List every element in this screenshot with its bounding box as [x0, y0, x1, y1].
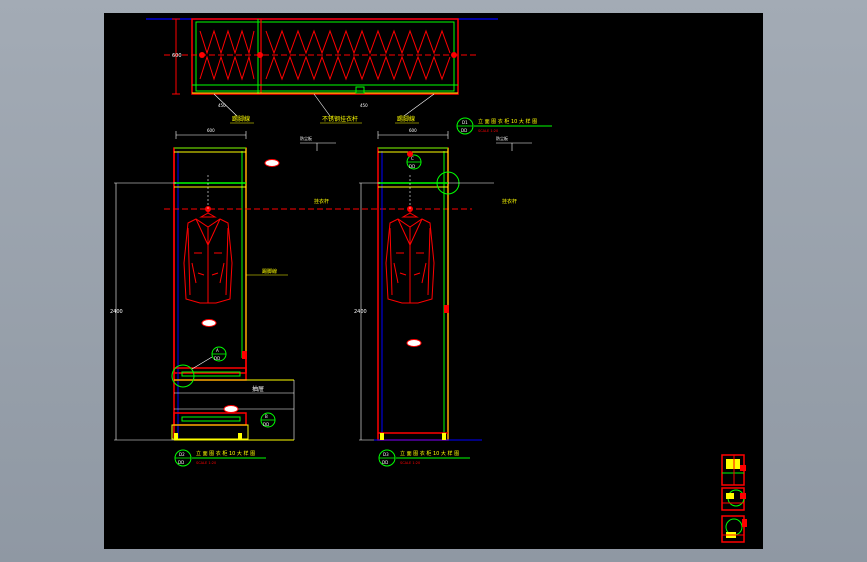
- plan-right-dim: 450: [360, 103, 368, 108]
- left-elev-note: 踢脚線: [262, 268, 277, 275]
- left-tag-top: D2: [179, 452, 185, 457]
- detail-3: [721, 515, 747, 543]
- right-scale: SCALE 1:20: [400, 461, 420, 465]
- left-width-dim: 600: [207, 128, 215, 133]
- callout-a-bottom: DD: [214, 356, 220, 361]
- plan-view: 600 450 450 踢脚線 不锈钢挂衣杆 踢脚線: [146, 18, 498, 124]
- coat-icon: [183, 209, 233, 304]
- plan-right-note: 踢脚線: [397, 115, 415, 123]
- right-top-note: 防尘板: [496, 135, 508, 141]
- detail-1: [721, 454, 746, 486]
- left-top-note: 防尘板: [300, 135, 312, 141]
- plan-depth-dim: 600: [172, 53, 182, 59]
- detail-2: [721, 487, 746, 511]
- left-scale: SCALE 1:20: [196, 461, 216, 465]
- left-tag-bottom: DD: [178, 460, 184, 465]
- plan-title-block: D1 DD 立 面 图 衣 柜 10 大 样 图 SCALE 1:20: [456, 117, 552, 135]
- right-height-dim: 2400: [354, 309, 367, 315]
- callout-a-top: A: [216, 348, 219, 353]
- callout-c-top: C: [411, 156, 414, 161]
- plan-center-note: 不锈钢挂衣杆: [322, 115, 358, 123]
- right-width-dim: 600: [409, 128, 417, 133]
- plan-left-dim: 450: [218, 103, 226, 108]
- callout-c-bottom: DD: [409, 164, 415, 169]
- plan-scale: SCALE 1:20: [478, 129, 498, 133]
- left-title-block: D2 DD 立 面 图 衣 柜 10 大 样 图 SCALE 1:20: [174, 449, 266, 467]
- left-elevation: 600 2400 挂衣杆 防尘板 踢脚線 抽屉 A DD B DD: [110, 128, 472, 441]
- plan-tag-top: D1: [462, 120, 468, 125]
- plan-tag-bottom: DD: [461, 128, 467, 133]
- cad-drawing: 600 450 450 踢脚線 不锈钢挂衣杆 踢脚線 D1 DD 立 面 图 衣…: [110, 18, 747, 543]
- right-title-block: D3 DD 立 面 图 衣 柜 10 大 样 图 SCALE 1:20: [378, 449, 470, 467]
- cad-canvas[interactable]: 600 450 450 踢脚線 不锈钢挂衣杆 踢脚線 D1 DD 立 面 图 衣…: [104, 13, 763, 549]
- right-rail-note: 挂衣杆: [502, 198, 517, 205]
- coat-icon-right: [385, 209, 435, 304]
- callout-b-bottom: DD: [263, 422, 269, 427]
- right-tag-bottom: DD: [382, 460, 388, 465]
- left-height-dim: 2400: [110, 309, 123, 315]
- right-elevation: 600 2400 挂衣杆 防尘板 C DD: [354, 128, 532, 441]
- right-tag-top: D3: [383, 452, 389, 457]
- left-drawer-note: 抽屉: [252, 385, 264, 393]
- plan-title: 立 面 图 衣 柜 10 大 样 图: [478, 118, 537, 125]
- right-title: 立 面 图 衣 柜 10 大 样 图: [400, 450, 459, 457]
- callout-b-top: B: [265, 414, 268, 419]
- left-rail-note: 挂衣杆: [314, 198, 329, 205]
- plan-left-note: 踢脚線: [232, 115, 250, 123]
- detail-thumbnails: [721, 454, 747, 543]
- left-title: 立 面 图 衣 柜 10 大 样 图: [196, 450, 255, 457]
